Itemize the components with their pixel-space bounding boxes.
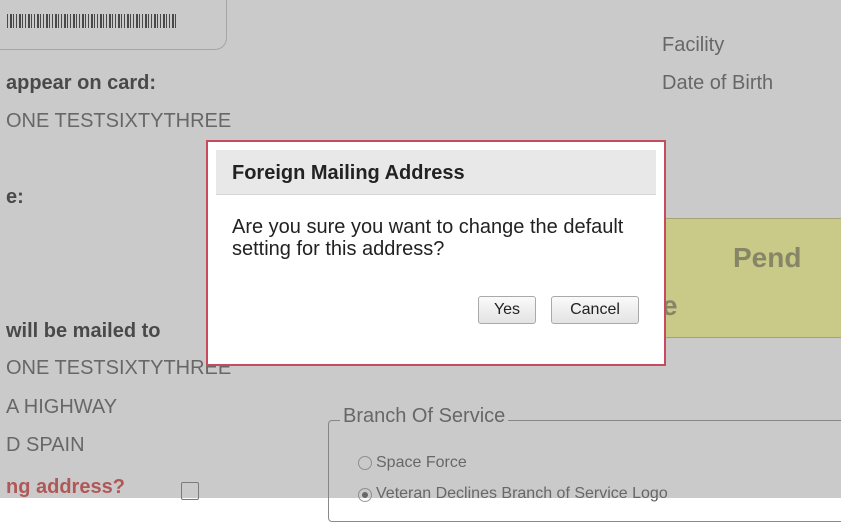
- dialog-title: Foreign Mailing Address: [232, 162, 465, 184]
- dialog-message: Are you sure you want to change the defa…: [232, 216, 624, 260]
- cancel-button[interactable]: Cancel: [551, 296, 639, 324]
- yes-button[interactable]: Yes: [478, 296, 536, 324]
